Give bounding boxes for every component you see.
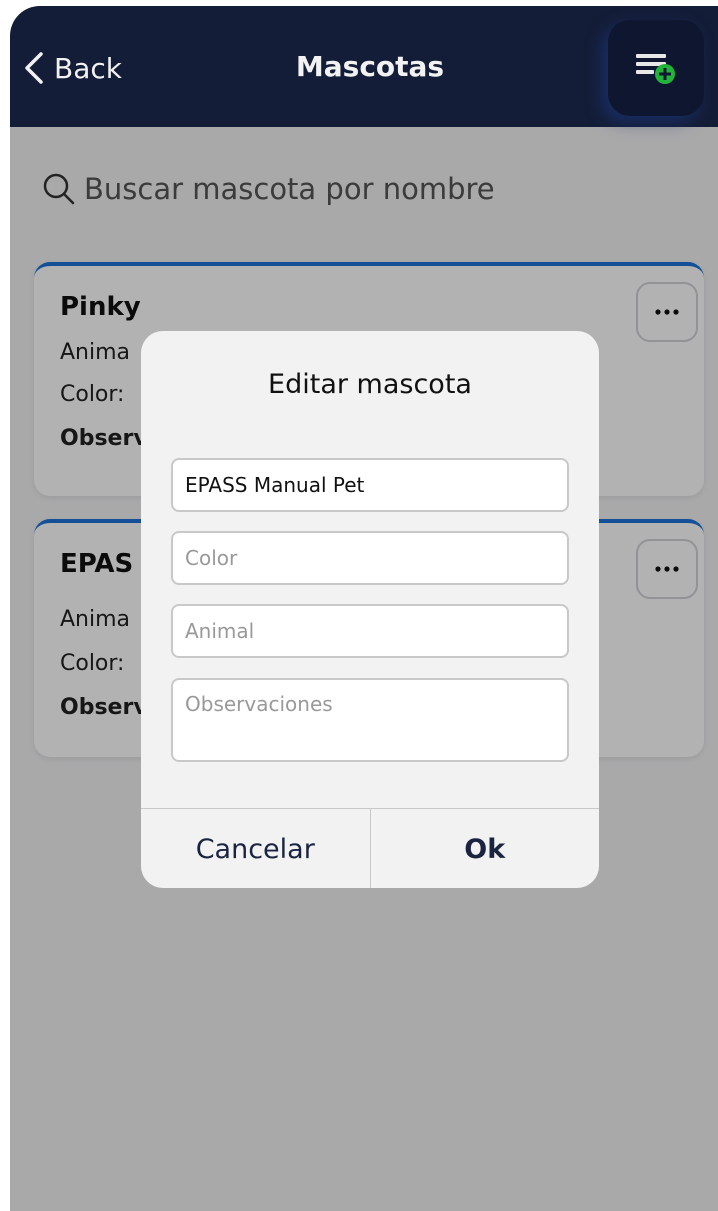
back-label: Back	[54, 51, 122, 85]
back-button[interactable]: Back	[24, 46, 122, 90]
pet-name-input[interactable]	[171, 458, 569, 512]
page-title: Mascotas	[295, 50, 445, 83]
pet-color-input[interactable]	[171, 531, 569, 585]
dialog-actions: Cancelar Ok	[141, 808, 599, 888]
pet-observations-input[interactable]	[171, 678, 569, 762]
app-screen: Back Mascotas Buscar mascota por nombre …	[10, 6, 718, 1211]
ok-button[interactable]: Ok	[371, 809, 600, 888]
list-add-icon	[636, 54, 675, 84]
edit-pet-dialog: Editar mascota Cancelar Ok	[141, 331, 599, 888]
cancel-button[interactable]: Cancelar	[141, 809, 371, 888]
chevron-left-icon	[25, 52, 43, 84]
add-pet-button[interactable]	[608, 20, 704, 116]
nav-header: Back Mascotas	[10, 6, 718, 127]
pet-animal-input[interactable]	[171, 604, 569, 658]
dialog-title: Editar mascota	[268, 369, 472, 400]
